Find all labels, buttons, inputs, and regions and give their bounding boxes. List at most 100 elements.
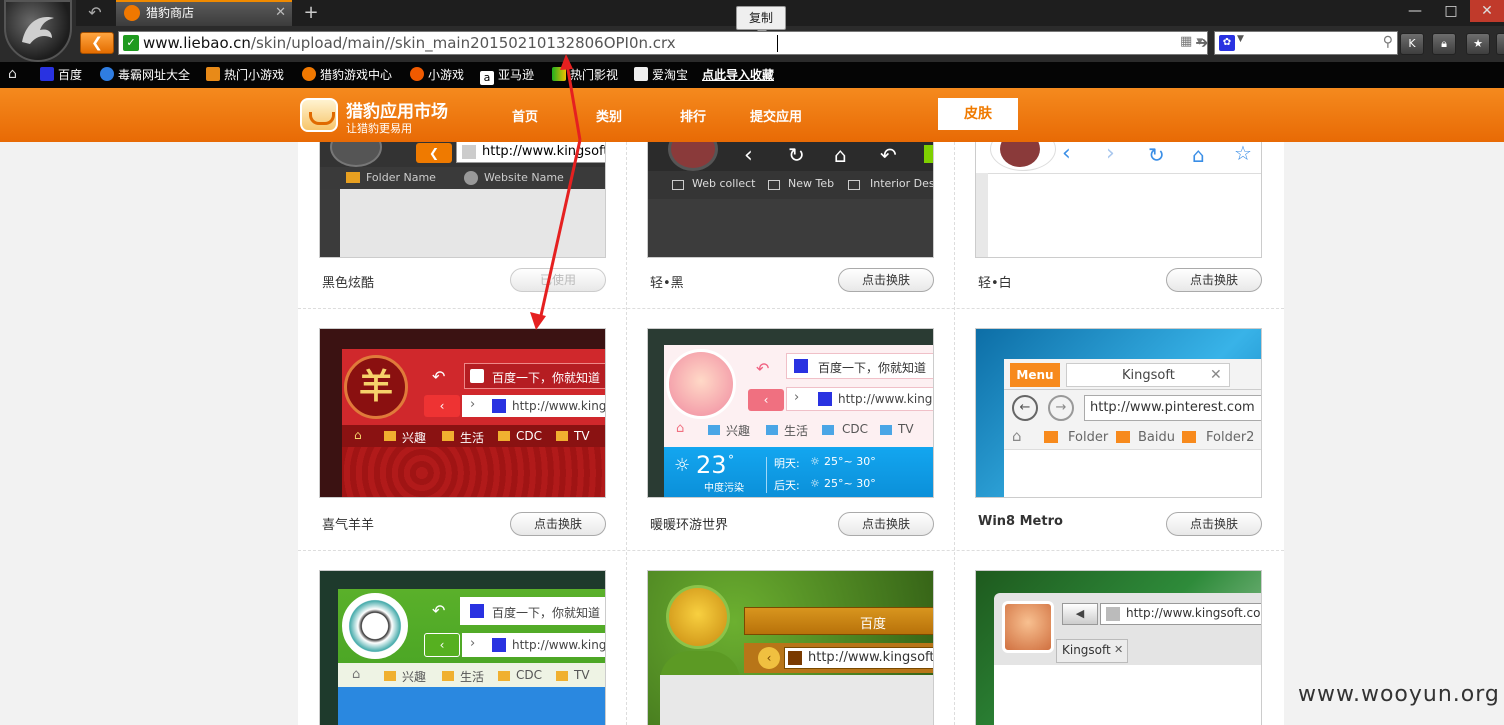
thumb-folder: Baidu xyxy=(1138,430,1175,445)
apply-skin-button[interactable]: 点击换肤 xyxy=(838,512,934,536)
chevron-down-icon[interactable]: ▼ xyxy=(1237,34,1244,44)
skin-preview-warm-travel[interactable]: ↶ 百度一下，你就知道 ‹ › http://www.kingso ⌂ 兴趣 生… xyxy=(647,328,934,498)
menu-icon[interactable]: ≡ xyxy=(1496,33,1504,55)
star-icon[interactable]: ★ xyxy=(1466,33,1490,55)
nav-home[interactable]: 首页 xyxy=(512,106,538,125)
apply-skin-button[interactable]: 点击换肤 xyxy=(1166,512,1262,536)
maximize-icon[interactable]: □ xyxy=(1434,0,1468,22)
back-icon: ‹ xyxy=(1062,142,1071,166)
bookmark-baidu[interactable]: 百度 xyxy=(40,67,82,83)
apply-skin-button[interactable]: 点击换肤 xyxy=(510,512,606,536)
nav-category[interactable]: 类别 xyxy=(596,106,622,125)
bookmark-games[interactable]: 热门小游戏 xyxy=(206,67,284,83)
back-arrow-icon: ❮ xyxy=(416,143,452,163)
divider xyxy=(626,142,627,725)
window-close-icon[interactable]: ✕ xyxy=(1470,0,1504,22)
url-text[interactable]: www.liebao.cn/skin/upload/main//skin_mai… xyxy=(143,33,676,53)
skin-preview-black[interactable]: ❮ http://www.kingsoft.co Folder Name Web… xyxy=(319,142,606,258)
thumb-tab: Kingsoft xyxy=(1122,368,1175,383)
skin-preview-football[interactable]: ↶ 百度一下，你就知道 ‹ › http://www.kings ⌂ 兴趣 生活… xyxy=(319,570,606,725)
thumb-bookmark: TV xyxy=(898,422,914,436)
skin-preview-sheep[interactable]: 羊 ↶ 百度一下，你就知道 ‹ › http://www.kings ⌂ 兴趣 … xyxy=(319,328,606,498)
skin-name: 黑色炫酷 xyxy=(322,276,375,291)
skin-name: 暖暖环游世界 xyxy=(650,518,729,533)
import-bookmarks-link[interactable]: 点此导入收藏 xyxy=(702,67,774,83)
pollution: 中度污染 xyxy=(704,483,744,494)
thumb-folder: Folder2 xyxy=(1206,430,1255,445)
skin-name: 轻•黑 xyxy=(650,276,684,291)
thumb-bookmark: TV xyxy=(574,668,590,682)
thumb-bookmark: 兴趣 xyxy=(726,424,751,438)
thumb-url: http://www.kings xyxy=(512,638,606,652)
game-icon xyxy=(206,67,220,81)
cheetah-logo-icon[interactable] xyxy=(4,0,72,62)
thumb-bookmark: 兴趣 xyxy=(402,670,427,684)
tab-title: 猎豹商店 xyxy=(146,6,195,20)
skin-preview-cartoon[interactable]: ◀ http://www.kingsoft.com Kingsoft ✕ xyxy=(975,570,1262,725)
bookmark-taobao[interactable]: 爱淘宝 xyxy=(634,67,688,83)
search-box[interactable]: ✿ ▼ ⚲ xyxy=(1214,31,1398,55)
skin-preview-lion[interactable]: 百度 ‹ http://www.kingsoft.co xyxy=(647,570,934,725)
bookmark-small-games[interactable]: 小游戏 xyxy=(410,67,464,83)
baidu-engine-icon[interactable]: ✿ xyxy=(1219,35,1235,51)
bookmark-video[interactable]: 热门影视 xyxy=(552,67,618,83)
thumb-url: http://www.kingso xyxy=(838,392,933,406)
thumb-url: http://www.pinterest.com xyxy=(1090,400,1255,415)
thumb-bookmark: TV xyxy=(574,429,590,443)
nav-skin-button[interactable]: 皮肤 xyxy=(938,98,1018,130)
tab-active[interactable]: 猎豹商店 ✕ xyxy=(116,0,292,26)
cheetah-icon xyxy=(302,67,316,81)
weather-label: 明天: xyxy=(774,457,800,470)
minimize-icon[interactable]: — xyxy=(1398,0,1432,22)
bookmark-label: 百度 xyxy=(58,68,83,82)
sun-icon: ☼ xyxy=(674,455,691,476)
home-icon: ⌂ xyxy=(1192,143,1205,167)
thumb-url: http://www.kingsoft.co xyxy=(482,144,605,159)
bookmark-amazon[interactable]: a 亚马逊 xyxy=(480,67,534,85)
apply-skin-button[interactable]: 点击换肤 xyxy=(1166,268,1262,292)
lock-icon[interactable]: 🔒︎ xyxy=(1432,33,1456,55)
kingsoft-k-button[interactable]: K xyxy=(1400,33,1424,55)
skin-name: 喜气羊羊 xyxy=(322,518,375,533)
address-bar[interactable]: ✓ www.liebao.cn/skin/upload/main//skin_m… xyxy=(118,31,1208,55)
back-icon: ‹ xyxy=(744,143,753,168)
thumb-tab: Kingsoft xyxy=(1062,643,1111,657)
bookmark-label: 爱淘宝 xyxy=(652,68,689,82)
thumb-folder: Folder xyxy=(1068,430,1109,445)
undo-icon: ↶ xyxy=(880,143,897,167)
skin-preview-light-white[interactable]: ‹ › ↻ ⌂ ☆ xyxy=(975,142,1262,258)
tab-favicon-icon xyxy=(124,5,140,21)
site-header: 猎豹应用市场 让猎豹更易用 首页 类别 排行 提交应用 皮肤 xyxy=(0,88,1504,142)
nav-submit-app[interactable]: 提交应用 xyxy=(750,106,802,125)
weather-range: 25°~ 30° xyxy=(824,455,876,468)
skin-preview-light-black[interactable]: ‹ ↻ ⌂ ↶ Web collect New Teb Interior Des… xyxy=(647,142,934,258)
thumb-title: 百度 xyxy=(860,617,887,632)
browser-chrome: ↶ 猎豹商店 ✕ + — □ ✕ 复制 ❮ ✓ www.liebao.cn/sk… xyxy=(0,0,1504,88)
search-icon[interactable]: ⚲ xyxy=(1383,34,1393,50)
football-icon xyxy=(342,593,408,659)
home-icon[interactable]: ⌂ xyxy=(8,66,17,82)
site-slogan: 让猎豹更易用 xyxy=(346,122,412,135)
go-arrow-icon[interactable]: ➔ xyxy=(1192,33,1212,52)
bookmark-duba[interactable]: 毒霸网址大全 xyxy=(100,67,190,83)
apply-skin-button[interactable]: 点击换肤 xyxy=(838,268,934,292)
new-tab-icon[interactable]: + xyxy=(300,2,322,23)
star-icon: ☆ xyxy=(1234,142,1252,165)
bookmark-game-center[interactable]: 猎豹游戏中心 xyxy=(302,67,392,83)
thumb-url: http://www.kingsoft.com xyxy=(1126,606,1262,620)
site-name[interactable]: 猎豹应用市场 xyxy=(346,97,448,122)
back-icon: ↶ xyxy=(432,367,446,386)
bookmark-label: 热门小游戏 xyxy=(224,68,285,82)
skin-preview-win8-metro[interactable]: Menu Kingsoft ✕ ← → http://www.pinterest… xyxy=(975,328,1262,498)
bookmark-label: 小游戏 xyxy=(428,68,465,82)
nav-ranking[interactable]: 排行 xyxy=(680,106,706,125)
app-market-logo-icon[interactable] xyxy=(300,98,338,132)
close-icon[interactable]: ✕ xyxy=(275,2,286,24)
tab-strip: ↶ 猎豹商店 ✕ + — □ ✕ xyxy=(76,0,1504,26)
undo-close-tab-icon[interactable]: ↶ xyxy=(84,3,106,23)
divider xyxy=(298,550,1284,551)
back-button[interactable]: ❮ xyxy=(80,32,114,54)
temperature: 23 xyxy=(696,451,727,479)
k-icon xyxy=(100,67,114,81)
apply-skin-button[interactable]: 已使用 xyxy=(510,268,606,292)
